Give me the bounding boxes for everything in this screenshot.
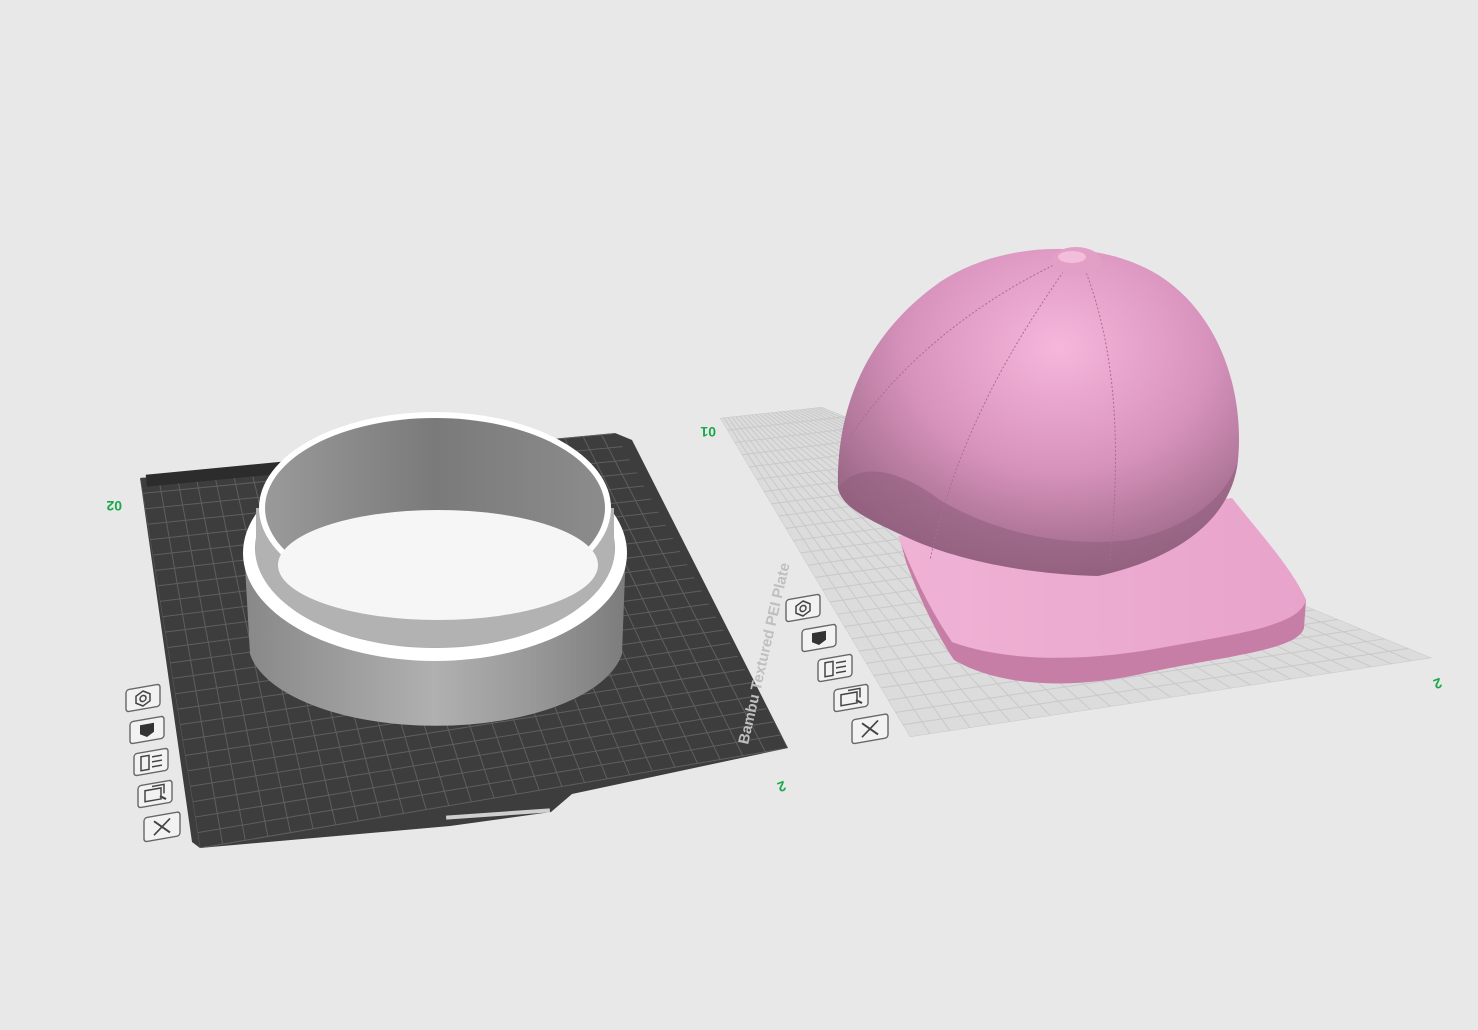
plate-2-delete-button[interactable] <box>143 811 181 843</box>
plate-1-delete-button[interactable] <box>851 713 889 745</box>
plate-2-corner-mark: 2 <box>775 778 788 796</box>
plate-1-arrange-button[interactable] <box>817 653 853 683</box>
plate-1-filament-button[interactable] <box>801 623 837 653</box>
plate-2-arrange-button[interactable] <box>133 747 169 777</box>
plate-2-settings-button[interactable] <box>125 683 161 713</box>
ring-model[interactable] <box>243 412 627 726</box>
3d-viewport[interactable]: 02 2 Bambu Textured PEI Plate 01 2 <box>0 0 1478 1030</box>
plate-2-filament-button[interactable] <box>129 715 165 745</box>
plate-1-number: 01 <box>700 424 716 440</box>
plate-2-number: 02 <box>106 498 122 514</box>
plate-1-corner-mark: 2 <box>1431 675 1444 693</box>
plate-2-orient-button[interactable] <box>137 779 173 809</box>
cap-model-button-highlight <box>1058 251 1086 263</box>
ring-model-floor <box>278 510 598 620</box>
plate-1-settings-button[interactable] <box>785 593 821 623</box>
plate-1-orient-button[interactable] <box>833 683 869 713</box>
plate-2-toolbar <box>125 683 181 843</box>
